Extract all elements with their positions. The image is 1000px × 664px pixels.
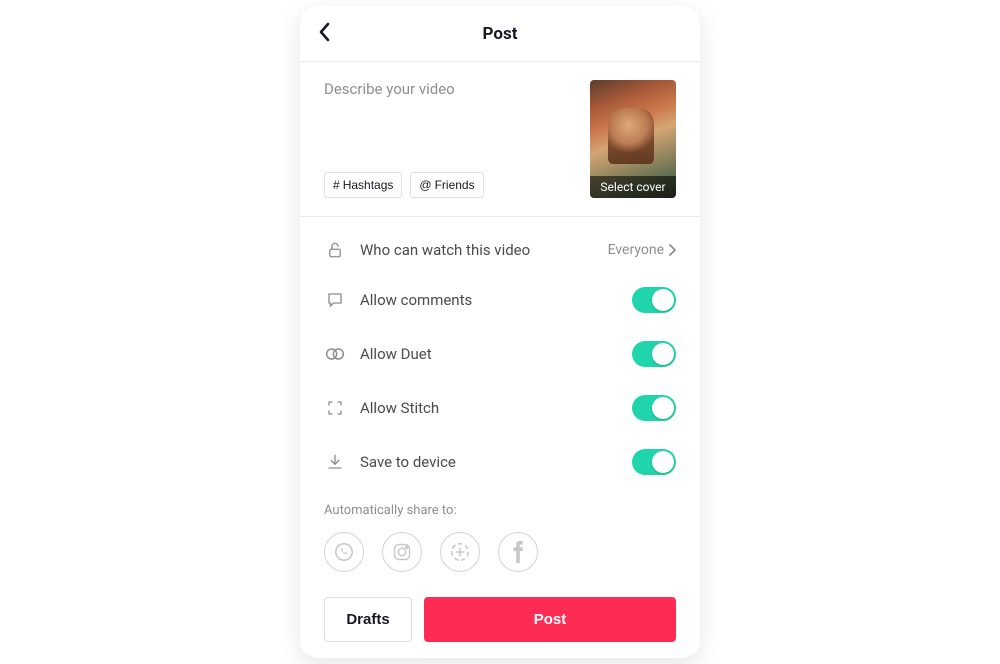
stitch-label: Allow Stitch [360, 399, 618, 417]
comments-toggle[interactable] [632, 287, 676, 313]
facebook-icon [511, 541, 525, 563]
stitch-icon [324, 399, 346, 417]
instagram-icon [392, 542, 412, 562]
drafts-button[interactable]: Drafts [324, 597, 412, 642]
share-instagram-button[interactable] [382, 532, 422, 572]
privacy-row[interactable]: Who can watch this video Everyone [324, 227, 676, 273]
footer-bar: Drafts Post [300, 585, 700, 658]
tag-row: # Hashtags @ Friends [324, 172, 572, 198]
duet-toggle[interactable] [632, 341, 676, 367]
cover-label: Select cover [590, 176, 676, 198]
post-screen: Post # Hashtags @ Friends Select cover [300, 6, 700, 658]
stitch-toggle[interactable] [632, 395, 676, 421]
lock-icon [324, 241, 346, 259]
at-icon: @ [419, 178, 431, 192]
friends-button[interactable]: @ Friends [410, 172, 483, 198]
hashtags-label: Hashtags [343, 178, 394, 192]
whatsapp-icon [333, 541, 355, 563]
post-button[interactable]: Post [424, 597, 676, 642]
share-whatsapp-button[interactable] [324, 532, 364, 572]
privacy-label: Who can watch this video [360, 241, 594, 259]
chevron-left-icon [318, 22, 332, 42]
share-facebook-button[interactable] [498, 532, 538, 572]
share-status-button[interactable] [440, 532, 480, 572]
save-toggle[interactable] [632, 449, 676, 475]
hashtags-button[interactable]: # Hashtags [324, 172, 402, 198]
comments-row: Allow comments [324, 273, 676, 327]
duet-icon [324, 345, 346, 363]
description-input[interactable] [324, 80, 572, 150]
download-icon [324, 453, 346, 471]
compose-left: # Hashtags @ Friends [324, 80, 572, 198]
chevron-right-icon [668, 244, 676, 256]
privacy-value: Everyone [608, 242, 676, 258]
comments-label: Allow comments [360, 291, 618, 309]
compose-section: # Hashtags @ Friends Select cover [300, 62, 700, 217]
share-row [324, 518, 676, 585]
hash-icon: # [333, 178, 340, 192]
save-label: Save to device [360, 453, 618, 471]
header-bar: Post [300, 6, 700, 62]
page-title: Post [483, 24, 518, 44]
duet-row: Allow Duet [324, 327, 676, 381]
duet-label: Allow Duet [360, 345, 618, 363]
stitch-row: Allow Stitch [324, 381, 676, 435]
settings-section: Who can watch this video Everyone Allow … [300, 217, 700, 585]
share-label: Automatically share to: [324, 489, 676, 518]
friends-label: Friends [435, 178, 475, 192]
comment-icon [324, 291, 346, 309]
status-icon [449, 541, 471, 563]
back-button[interactable] [318, 22, 332, 46]
save-row: Save to device [324, 435, 676, 489]
cover-thumbnail[interactable]: Select cover [590, 80, 676, 198]
